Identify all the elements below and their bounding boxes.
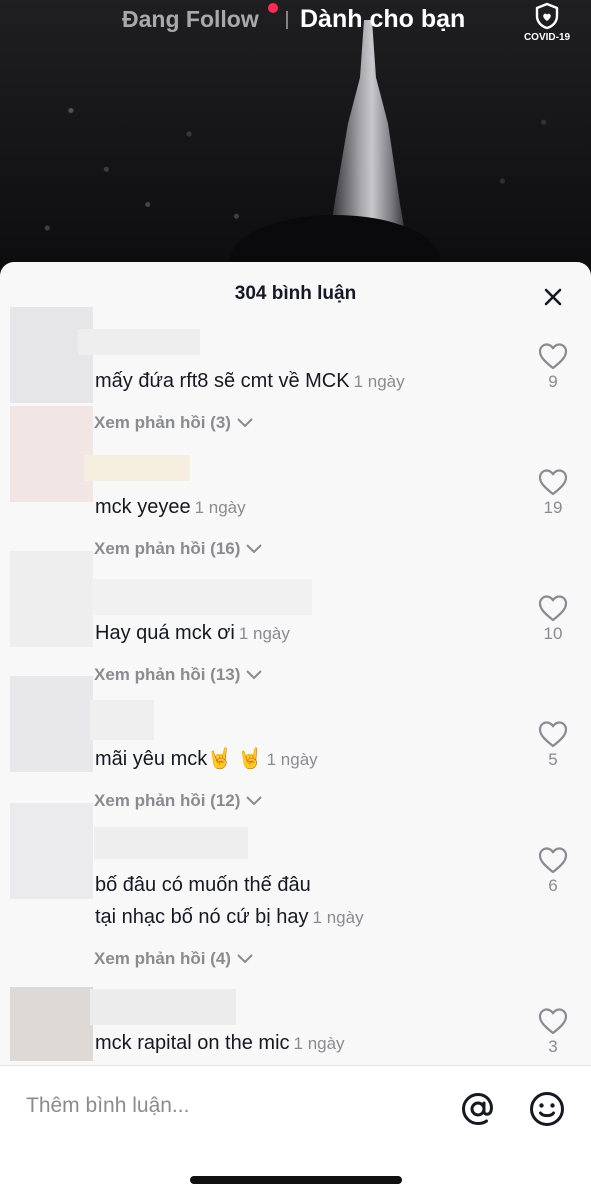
covid-label: COVID-19 (523, 32, 571, 43)
username-blurred[interactable] (90, 989, 236, 1025)
chevron-down-icon (237, 418, 253, 428)
heart-icon (538, 343, 568, 370)
heart-icon (538, 595, 568, 622)
heart-icon (538, 1008, 568, 1035)
view-replies-label: Xem phản hồi (3) (94, 413, 231, 432)
like-button[interactable]: 3 (536, 1007, 570, 1057)
comment-item: mãi yêu mck🤘 🤘 1 ngày Xem phản hồi (12) 5 (0, 676, 591, 811)
shield-heart-icon (535, 2, 559, 30)
comment-body: mấy đứa rft8 sẽ cmt về MCK (95, 370, 350, 392)
like-count: 9 (548, 372, 558, 391)
like-count: 19 (543, 498, 563, 517)
like-count: 6 (548, 876, 558, 895)
comment-time: 1 ngày (293, 1034, 345, 1053)
tab-for-you[interactable]: Dành cho bạn (300, 5, 465, 34)
heart-icon (538, 469, 568, 496)
comment-text: mck rapital on the mic 1 ngày (95, 1027, 345, 1060)
emoji-icon (530, 1092, 564, 1126)
like-button[interactable]: 6 (536, 846, 570, 896)
view-replies-button[interactable]: Xem phản hồi (12) (94, 791, 263, 811)
like-button[interactable]: 5 (536, 720, 570, 770)
notification-dot (268, 3, 278, 13)
like-button[interactable]: 19 (536, 468, 570, 518)
avatar[interactable] (10, 551, 93, 647)
comment-text: Hay quá mck ơi 1 ngày (95, 617, 290, 650)
like-count: 5 (548, 750, 558, 769)
comment-body-line1: bố đâu có muốn thế đâu (95, 874, 311, 896)
emoji-button[interactable] (528, 1090, 566, 1128)
username-blurred[interactable] (84, 455, 190, 481)
view-replies-button[interactable]: Xem phản hồi (16) (94, 539, 263, 559)
comment-body: mãi yêu mck🤘 🤘 (95, 748, 263, 770)
comment-count-title: 304 bình luận (234, 283, 357, 304)
view-replies-button[interactable]: Xem phản hồi (4) (94, 949, 253, 969)
like-button[interactable]: 10 (536, 594, 570, 644)
like-button[interactable]: 9 (536, 342, 570, 392)
username-blurred[interactable] (92, 579, 312, 615)
username-blurred[interactable] (90, 700, 154, 740)
comment-input-bar (0, 1065, 591, 1196)
home-indicator[interactable] (190, 1176, 402, 1184)
username-blurred[interactable] (94, 827, 248, 859)
comment-time: 1 ngày (194, 498, 246, 517)
heart-icon (538, 721, 568, 748)
avatar[interactable] (10, 803, 93, 899)
comment-text: mãi yêu mck🤘 🤘 1 ngày (95, 743, 318, 776)
at-sign-icon (461, 1092, 493, 1126)
comment-body: mck rapital on the mic (95, 1032, 290, 1054)
view-replies-label: Xem phản hồi (4) (94, 949, 231, 968)
chevron-down-icon (246, 544, 263, 554)
comments-sheet: 304 bình luận mấy đứa rft8 sẽ cmt về MCK… (0, 262, 591, 1196)
view-replies-button[interactable]: Xem phản hồi (3) (94, 413, 253, 433)
comment-item: mck rapital on the mic 1 ngày 3 (0, 987, 591, 1069)
username-blurred[interactable] (78, 329, 200, 355)
covid-button[interactable]: COVID-19 (518, 2, 576, 46)
like-count: 10 (543, 624, 563, 643)
comment-text: mấy đứa rft8 sẽ cmt về MCK 1 ngày (95, 365, 405, 398)
tab-following[interactable]: Đang Follow (122, 6, 259, 33)
comment-item: mck yeyee 1 ngày Xem phản hồi (16) 19 (0, 406, 591, 559)
comment-body: mck yeyee (95, 496, 191, 518)
comment-input[interactable] (26, 1088, 426, 1124)
view-replies-button[interactable]: Xem phản hồi (13) (94, 665, 263, 685)
avatar[interactable] (10, 307, 93, 403)
comment-time: 1 ngày (353, 372, 405, 391)
view-replies-label: Xem phản hồi (13) (94, 665, 241, 684)
nav-divider (286, 11, 288, 29)
comment-time: 1 ngày (312, 908, 364, 927)
avatar[interactable] (10, 987, 93, 1061)
mention-button[interactable] (459, 1090, 497, 1128)
comment-item: Hay quá mck ơi 1 ngày Xem phản hồi (13) 1… (0, 551, 591, 685)
like-count: 3 (548, 1037, 558, 1056)
avatar[interactable] (10, 406, 93, 502)
avatar[interactable] (10, 676, 93, 772)
chevron-down-icon (246, 796, 263, 806)
comment-item: bố đâu có muốn thế đâu tại nhạc bố nó cứ… (0, 803, 591, 969)
top-nav: Đang Follow Dành cho bạn COVID-19 (0, 0, 591, 46)
comment-time: 1 ngày (238, 624, 290, 643)
heart-icon (538, 847, 568, 874)
view-replies-label: Xem phản hồi (12) (94, 791, 241, 810)
comment-text: bố đâu có muốn thế đâu tại nhạc bố nó cứ… (95, 869, 364, 934)
view-replies-label: Xem phản hồi (16) (94, 539, 241, 558)
comment-time: 1 ngày (266, 750, 318, 769)
chevron-down-icon (237, 954, 253, 964)
comments-list[interactable]: mấy đứa rft8 sẽ cmt về MCK 1 ngày Xem phả… (0, 307, 591, 1067)
chevron-down-icon (246, 670, 263, 680)
comment-body: Hay quá mck ơi (95, 622, 235, 644)
comment-text: mck yeyee 1 ngày (95, 491, 246, 524)
comment-body: tại nhạc bố nó cứ bị hay (95, 906, 309, 928)
